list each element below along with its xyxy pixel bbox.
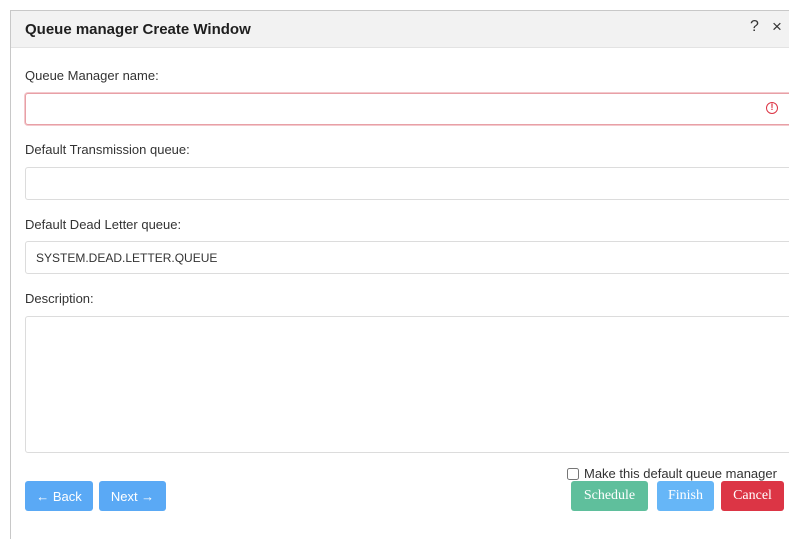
schedule-button[interactable]: Schedule (571, 481, 648, 511)
back-button[interactable]: ← Back (25, 481, 93, 511)
error-icon: ! (766, 102, 778, 114)
queue-manager-name-input[interactable] (25, 93, 789, 125)
help-icon[interactable]: ? (750, 18, 759, 36)
transmission-queue-label: Default Transmission queue: (25, 142, 190, 157)
dead-letter-queue-input[interactable] (25, 241, 789, 274)
description-textarea[interactable] (25, 316, 789, 453)
finish-button[interactable]: Finish (657, 481, 714, 511)
queue-manager-name-label: Queue Manager name: (25, 68, 159, 83)
close-icon[interactable]: × (772, 17, 782, 37)
transmission-queue-input[interactable] (25, 167, 789, 200)
dialog-titlebar: Queue manager Create Window ? × (11, 11, 789, 48)
default-queue-manager-option[interactable]: Make this default queue manager (567, 466, 777, 481)
dialog-title: Queue manager Create Window (25, 21, 251, 38)
dead-letter-queue-label: Default Dead Letter queue: (25, 217, 182, 232)
default-queue-manager-checkbox[interactable] (567, 467, 579, 480)
cancel-button[interactable]: Cancel (721, 481, 784, 511)
default-queue-manager-label: Make this default queue manager (584, 466, 777, 481)
queue-manager-create-dialog: Queue manager Create Window ? × Queue Ma… (10, 10, 789, 539)
description-label: Description: (25, 291, 94, 306)
next-button[interactable]: Next → (99, 481, 166, 511)
